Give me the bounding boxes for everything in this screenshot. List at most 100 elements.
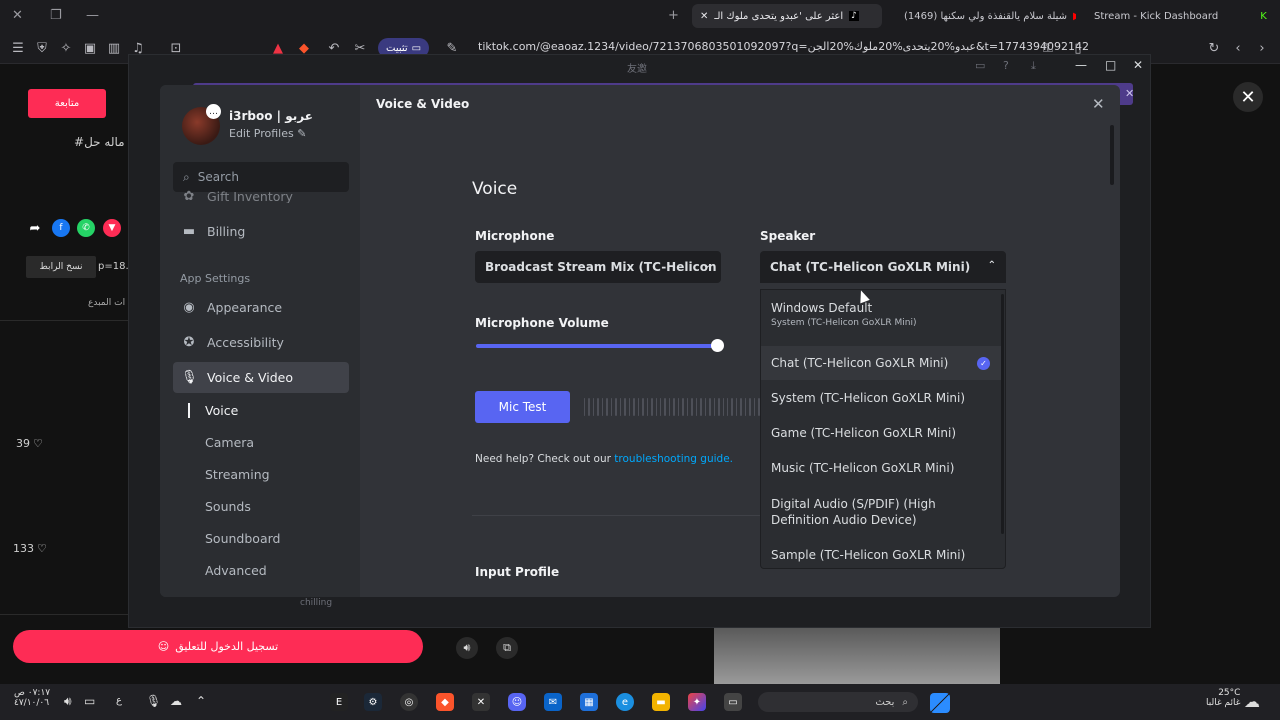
file-explorer-icon[interactable]: ▬ xyxy=(652,693,670,711)
banner-close-icon[interactable]: ✕ xyxy=(1125,87,1134,100)
subnav-camera[interactable]: Camera xyxy=(205,435,254,450)
cloud-tray-icon[interactable]: ☁ xyxy=(170,694,182,708)
sidebar-item-billing[interactable]: ▬ Billing xyxy=(173,216,349,247)
subnav-soundboard[interactable]: Soundboard xyxy=(205,531,280,546)
back-icon[interactable]: ‹ xyxy=(1230,40,1246,56)
subnav-sounds[interactable]: Sounds xyxy=(205,499,251,514)
speaker-icon[interactable]: 🔊︎ xyxy=(64,694,72,709)
mic-volume-slider[interactable] xyxy=(476,344,718,348)
subnav-streaming[interactable]: Streaming xyxy=(205,467,270,482)
mic-tray-icon[interactable]: 🎙︎ xyxy=(146,694,161,708)
tab-tiktok[interactable]: ✕ اعثر على 'عبدو يتحدى ملوك الـ ♪ xyxy=(692,4,882,28)
video-preview[interactable] xyxy=(714,628,1000,684)
whatsapp-icon[interactable]: ✆ xyxy=(77,219,95,237)
language-indicator[interactable]: ع xyxy=(116,695,122,706)
share-arrow-icon[interactable]: ➦ xyxy=(26,219,44,237)
menu-icon[interactable]: ☰ xyxy=(10,40,26,56)
help-icon[interactable]: ? xyxy=(1003,59,1009,72)
option-label: Game (TC-Helicon GoXLR Mini) xyxy=(771,426,956,440)
speaker-select[interactable]: Chat (TC-Helicon GoXLR Mini) ⌃ xyxy=(760,251,1006,283)
login-to-comment-button[interactable]: ☺ تسجيل الدخول للتعليق xyxy=(13,630,423,663)
pip-icon[interactable]: ⧉ xyxy=(496,637,518,659)
tab-kick[interactable]: Stream - Kick Dashboard K xyxy=(1086,4,1276,28)
copilot-icon[interactable]: ✦ xyxy=(688,693,706,711)
app-icon[interactable]: ▭ xyxy=(724,693,742,711)
network-icon[interactable]: ▭ xyxy=(84,694,95,708)
shield-icon[interactable]: ⛨ xyxy=(34,40,50,56)
sidebar-icon[interactable]: ▥ xyxy=(106,40,122,56)
windows-start-icon[interactable] xyxy=(930,693,950,713)
close-window-icon[interactable]: ✕ xyxy=(12,8,23,23)
meter-bar xyxy=(610,398,613,416)
taskbar-search[interactable]: بحث ⌕ xyxy=(758,692,918,712)
share-more-icon[interactable]: ▼ xyxy=(103,219,121,237)
creator-videos-label[interactable]: ات المبدع xyxy=(88,298,125,308)
download-icon[interactable]: ⤓ xyxy=(1031,59,1036,73)
dropdown-scrollbar[interactable] xyxy=(1001,294,1004,534)
scrollbar[interactable] xyxy=(1110,125,1114,185)
extensions-icon[interactable]: ✧ xyxy=(58,40,74,56)
tab-close-icon[interactable]: ✕ xyxy=(700,11,708,22)
reload-icon[interactable]: ↻ xyxy=(1206,40,1222,56)
section-title: Voice xyxy=(472,179,518,199)
weather-temp: 25°C xyxy=(1218,688,1241,698)
close-settings-icon[interactable]: ✕ xyxy=(1092,95,1105,113)
slider-handle[interactable] xyxy=(711,339,724,352)
store-icon[interactable]: ▦ xyxy=(580,693,598,711)
epic-games-icon[interactable]: E xyxy=(330,693,348,711)
option-label: System (TC-Helicon GoXLR Mini) xyxy=(771,391,966,405)
subnav-advanced[interactable]: Advanced xyxy=(205,563,267,578)
wallet-icon[interactable]: ▣ xyxy=(82,40,98,56)
clock[interactable]: ٠٧:١٧ ص ٤٧/١٠/٠٦ xyxy=(14,688,50,708)
steam-icon[interactable]: ⚙ xyxy=(364,693,382,711)
url-field[interactable]: tiktok.com/@eaoaz.1234/video/72137068035… xyxy=(478,40,1089,53)
inbox-icon[interactable]: ▭ xyxy=(975,59,985,72)
speaker-option[interactable]: Digital Audio (S/PDIF) (High Definition … xyxy=(771,496,997,528)
obs-icon[interactable]: ◎ xyxy=(400,693,418,711)
sidebar-item-accessibility[interactable]: ✪ Accessibility xyxy=(173,327,349,358)
like-count-2[interactable]: 133 ♡ xyxy=(13,542,47,555)
mic-test-button[interactable]: Mic Test xyxy=(475,391,570,423)
forward-icon[interactable]: › xyxy=(1254,40,1270,56)
close-video-icon[interactable]: ✕ xyxy=(1233,82,1263,112)
follow-button[interactable]: متابعة xyxy=(28,89,106,118)
sidebar-item-gift-inventory[interactable]: ✿ Gift Inventory xyxy=(173,189,349,203)
search-input[interactable]: ⌕ Search xyxy=(173,162,349,192)
microphone-select[interactable]: Broadcast Stream Mix (TC-Helicon G ⌄ xyxy=(475,251,721,283)
maximize-icon[interactable]: □ xyxy=(1105,58,1116,72)
tab-youtube[interactable]: (1469) شيلة سلام يالقنفذة ولي سكنها ▶ xyxy=(896,4,1076,28)
facebook-icon[interactable]: f xyxy=(52,219,70,237)
speaker-option[interactable]: Music (TC-Helicon GoXLR Mini) xyxy=(771,461,997,475)
minimize-icon[interactable]: — xyxy=(1075,58,1087,72)
option-label: Chat (TC-Helicon GoXLR Mini) xyxy=(771,356,949,370)
volume-icon[interactable]: 🔊︎ xyxy=(456,637,478,659)
meter-bar xyxy=(606,398,608,416)
weather-widget[interactable]: 25°C غائم غالبا xyxy=(1206,688,1240,708)
speaker-option[interactable]: System (TC-Helicon GoXLR Mini) xyxy=(771,391,997,405)
meter-bar xyxy=(691,398,693,416)
chevron-up-icon[interactable]: ⌃ xyxy=(196,694,206,708)
close-icon[interactable]: ✕ xyxy=(1133,58,1143,72)
speaker-option[interactable]: Windows Default System (TC-Helicon GoXLR … xyxy=(771,301,997,328)
restore-window-icon[interactable]: ❐ xyxy=(50,8,62,23)
speaker-option[interactable]: Chat (TC-Helicon GoXLR Mini) xyxy=(771,356,997,370)
speaker-option[interactable]: Game (TC-Helicon GoXLR Mini) xyxy=(771,426,997,440)
outlook-icon[interactable]: ✉ xyxy=(544,693,562,711)
sidebar-item-appearance[interactable]: ◉ Appearance xyxy=(173,292,349,323)
copy-link-button[interactable]: نسخ الرابط xyxy=(26,256,96,278)
xbox-icon[interactable]: ✕ xyxy=(472,693,490,711)
edit-profiles-link[interactable]: Edit Profiles ✎ xyxy=(229,127,306,140)
troubleshooting-link[interactable]: troubleshooting guide. xyxy=(614,453,733,465)
search-icon: ⌕ xyxy=(902,696,908,708)
minimize-window-icon[interactable]: — xyxy=(86,8,99,23)
meter-bar xyxy=(592,398,595,416)
discord-icon[interactable]: ☺ xyxy=(508,693,526,711)
speaker-option[interactable]: Sample (TC-Helicon GoXLR Mini) xyxy=(771,548,997,562)
brave-icon[interactable]: ◆ xyxy=(436,693,454,711)
sidebar-item-voice-video[interactable]: 🎙︎ Voice & Video xyxy=(173,362,349,393)
edge-icon[interactable]: e xyxy=(616,693,634,711)
new-tab-icon[interactable]: + xyxy=(668,8,679,23)
gift-icon: ✿ xyxy=(183,189,195,203)
like-count-1[interactable]: 39 ♡ xyxy=(16,437,43,450)
subnav-voice[interactable]: Voice xyxy=(205,403,238,418)
